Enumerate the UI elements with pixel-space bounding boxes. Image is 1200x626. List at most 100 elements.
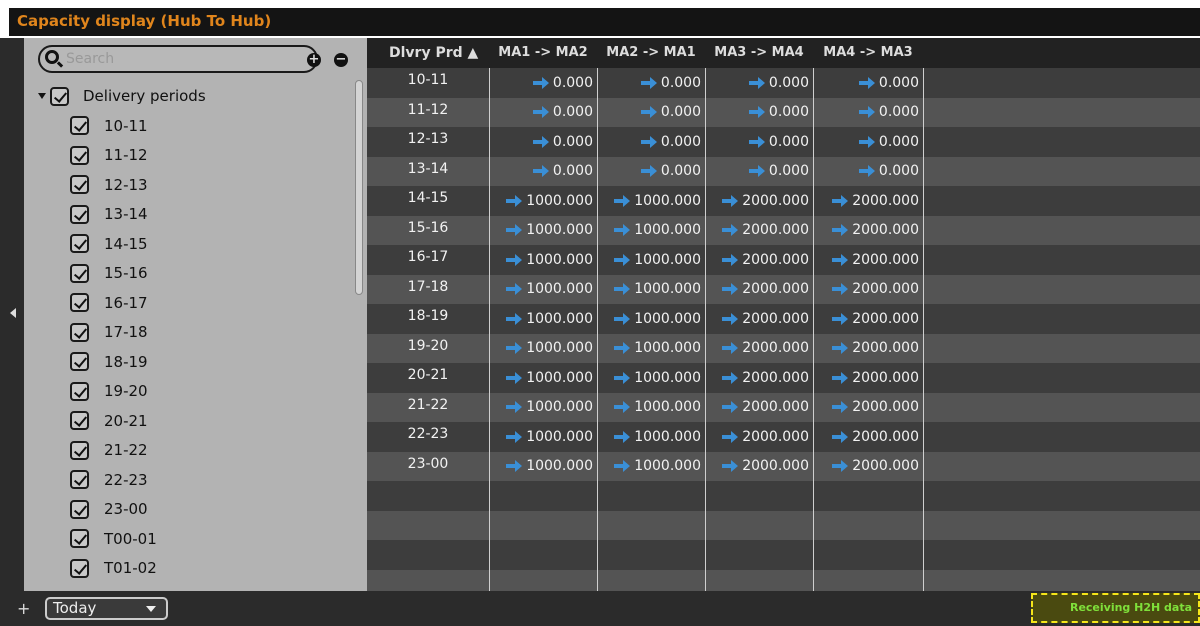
column-header-route[interactable]: MA1 -> MA2 xyxy=(489,45,597,60)
table-row[interactable]: 14-15 1000.000 1000.000 2000.000 2000.000 xyxy=(367,186,1200,216)
checkbox-delivery-periods[interactable] xyxy=(50,86,69,106)
cell-capacity[interactable]: 2000.000 xyxy=(813,393,923,423)
cell-capacity[interactable]: 1000.000 xyxy=(597,216,705,246)
table-row[interactable]: 20-21 1000.000 1000.000 2000.000 2000.000 xyxy=(367,363,1200,393)
tree-item[interactable]: 20-21 xyxy=(70,406,157,436)
table-row[interactable] xyxy=(367,540,1200,570)
checkbox[interactable] xyxy=(70,263,89,283)
cell-capacity[interactable]: 2000.000 xyxy=(705,363,813,393)
collapse-all-icon[interactable]: − xyxy=(334,53,348,67)
cell-capacity[interactable]: 1000.000 xyxy=(489,186,597,216)
tree-item[interactable]: T00-01 xyxy=(70,524,157,554)
checkbox[interactable] xyxy=(70,411,89,431)
cell-capacity[interactable]: 2000.000 xyxy=(813,304,923,334)
cell-capacity[interactable]: 1000.000 xyxy=(489,216,597,246)
cell-capacity[interactable]: 1000.000 xyxy=(597,186,705,216)
table-row[interactable] xyxy=(367,481,1200,511)
tree-item[interactable]: 10-11 xyxy=(70,111,157,141)
table-row[interactable]: 11-12 0.000 0.000 0.000 0.000 xyxy=(367,97,1200,128)
expand-all-icon[interactable]: + xyxy=(307,53,321,67)
cell-capacity[interactable]: 0.000 xyxy=(489,68,597,98)
tree-item[interactable]: 11-12 xyxy=(70,141,157,171)
cell-capacity[interactable]: 1000.000 xyxy=(489,334,597,364)
cell-capacity[interactable]: 0.000 xyxy=(597,157,705,187)
table-row[interactable]: 22-23 1000.000 1000.000 2000.000 2000.000 xyxy=(367,422,1200,452)
collapse-left-icon[interactable] xyxy=(10,308,16,318)
table-row[interactable]: 23-00 1000.000 1000.000 2000.000 2000.000 xyxy=(367,451,1200,482)
cell-capacity[interactable]: 2000.000 xyxy=(705,452,813,482)
cell-capacity[interactable]: 1000.000 xyxy=(597,452,705,482)
cell-capacity[interactable]: 0.000 xyxy=(597,68,705,98)
checkbox[interactable] xyxy=(70,204,89,224)
checkbox[interactable] xyxy=(70,470,89,490)
tree-expand-icon[interactable] xyxy=(38,93,46,99)
cell-capacity[interactable]: 0.000 xyxy=(705,127,813,157)
cell-capacity[interactable]: 1000.000 xyxy=(489,275,597,305)
tree-item[interactable]: 13-14 xyxy=(70,200,157,230)
table-row[interactable] xyxy=(367,510,1200,540)
cell-capacity[interactable]: 2000.000 xyxy=(705,334,813,364)
cell-capacity[interactable]: 1000.000 xyxy=(597,304,705,334)
checkbox[interactable] xyxy=(70,381,89,401)
cell-capacity[interactable]: 1000.000 xyxy=(597,363,705,393)
cell-capacity[interactable]: 0.000 xyxy=(813,157,923,187)
search-box[interactable] xyxy=(38,45,318,73)
table-row[interactable]: 18-19 1000.000 1000.000 2000.000 2000.000 xyxy=(367,304,1200,334)
cell-capacity[interactable]: 2000.000 xyxy=(813,363,923,393)
cell-capacity[interactable]: 0.000 xyxy=(813,127,923,157)
cell-capacity[interactable]: 0.000 xyxy=(813,98,923,128)
cell-capacity[interactable]: 2000.000 xyxy=(813,334,923,364)
tree-item[interactable]: 14-15 xyxy=(70,229,157,259)
cell-capacity[interactable]: 2000.000 xyxy=(813,216,923,246)
table-row[interactable]: 13-14 0.000 0.000 0.000 0.000 xyxy=(367,156,1200,187)
table-row[interactable]: 17-18 1000.000 1000.000 2000.000 2000.000 xyxy=(367,274,1200,305)
cell-capacity[interactable]: 0.000 xyxy=(489,127,597,157)
checkbox[interactable] xyxy=(70,440,89,460)
tree-item[interactable]: T01-02 xyxy=(70,554,157,584)
cell-capacity[interactable]: 2000.000 xyxy=(705,422,813,452)
checkbox[interactable] xyxy=(70,145,89,165)
tree-item[interactable]: 12-13 xyxy=(70,170,157,200)
column-header-route[interactable]: MA4 -> MA3 xyxy=(813,45,923,60)
table-row[interactable]: 10-11 0.000 0.000 0.000 0.000 xyxy=(367,68,1200,98)
cell-capacity[interactable]: 2000.000 xyxy=(705,186,813,216)
table-row[interactable]: 19-20 1000.000 1000.000 2000.000 2000.000 xyxy=(367,333,1200,364)
tree-item[interactable]: 19-20 xyxy=(70,377,157,407)
left-collapse-strip[interactable] xyxy=(0,38,24,591)
cell-capacity[interactable]: 0.000 xyxy=(597,127,705,157)
cell-capacity[interactable]: 1000.000 xyxy=(489,245,597,275)
tree-root-delivery-periods[interactable]: Delivery periods xyxy=(38,84,206,108)
cell-capacity[interactable]: 0.000 xyxy=(705,98,813,128)
cell-capacity[interactable]: 0.000 xyxy=(705,157,813,187)
tree-item[interactable]: 23-00 xyxy=(70,495,157,525)
date-select[interactable]: Today xyxy=(45,597,168,620)
column-header-route[interactable]: MA2 -> MA1 xyxy=(597,45,705,60)
cell-capacity[interactable]: 1000.000 xyxy=(489,304,597,334)
cell-capacity[interactable]: 2000.000 xyxy=(705,216,813,246)
checkbox[interactable] xyxy=(70,499,89,519)
table-row[interactable] xyxy=(367,569,1200,591)
table-row[interactable]: 21-22 1000.000 1000.000 2000.000 2000.000 xyxy=(367,392,1200,423)
cell-capacity[interactable]: 2000.000 xyxy=(813,245,923,275)
cell-capacity[interactable]: 0.000 xyxy=(489,98,597,128)
cell-capacity[interactable]: 2000.000 xyxy=(813,422,923,452)
tree-item[interactable]: 15-16 xyxy=(70,259,157,289)
add-icon[interactable]: + xyxy=(17,599,30,618)
checkbox[interactable] xyxy=(70,529,89,549)
cell-capacity[interactable]: 2000.000 xyxy=(705,275,813,305)
checkbox[interactable] xyxy=(70,352,89,372)
cell-capacity[interactable]: 1000.000 xyxy=(597,334,705,364)
cell-capacity[interactable]: 1000.000 xyxy=(489,422,597,452)
checkbox[interactable] xyxy=(70,322,89,342)
checkbox[interactable] xyxy=(70,558,89,578)
cell-capacity[interactable]: 1000.000 xyxy=(489,452,597,482)
cell-capacity[interactable]: 2000.000 xyxy=(813,452,923,482)
cell-capacity[interactable]: 2000.000 xyxy=(705,393,813,423)
cell-capacity[interactable]: 0.000 xyxy=(489,157,597,187)
cell-capacity[interactable]: 0.000 xyxy=(813,68,923,98)
search-input[interactable] xyxy=(66,49,306,69)
cell-capacity[interactable]: 1000.000 xyxy=(597,275,705,305)
cell-capacity[interactable]: 1000.000 xyxy=(597,245,705,275)
table-row[interactable]: 16-17 1000.000 1000.000 2000.000 2000.000 xyxy=(367,245,1200,275)
tree-item[interactable]: 17-18 xyxy=(70,318,157,348)
